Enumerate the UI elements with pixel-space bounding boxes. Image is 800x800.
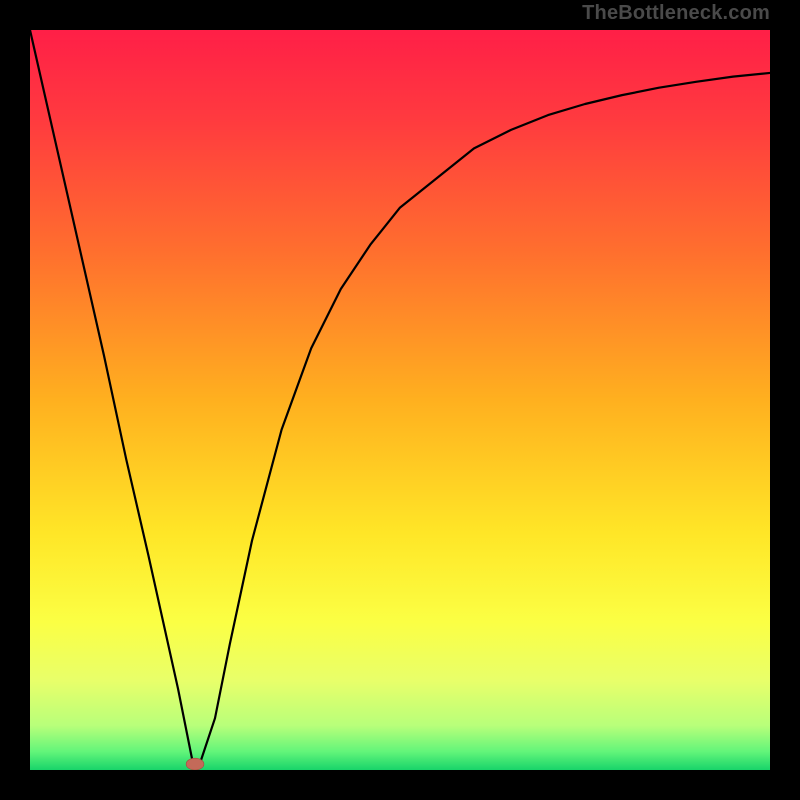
chart-background	[30, 30, 770, 770]
watermark-text: TheBottleneck.com	[582, 2, 770, 25]
optimum-marker	[186, 758, 204, 770]
plot-area	[30, 30, 770, 770]
chart-frame: TheBottleneck.com	[0, 0, 800, 800]
chart-svg	[30, 30, 770, 770]
